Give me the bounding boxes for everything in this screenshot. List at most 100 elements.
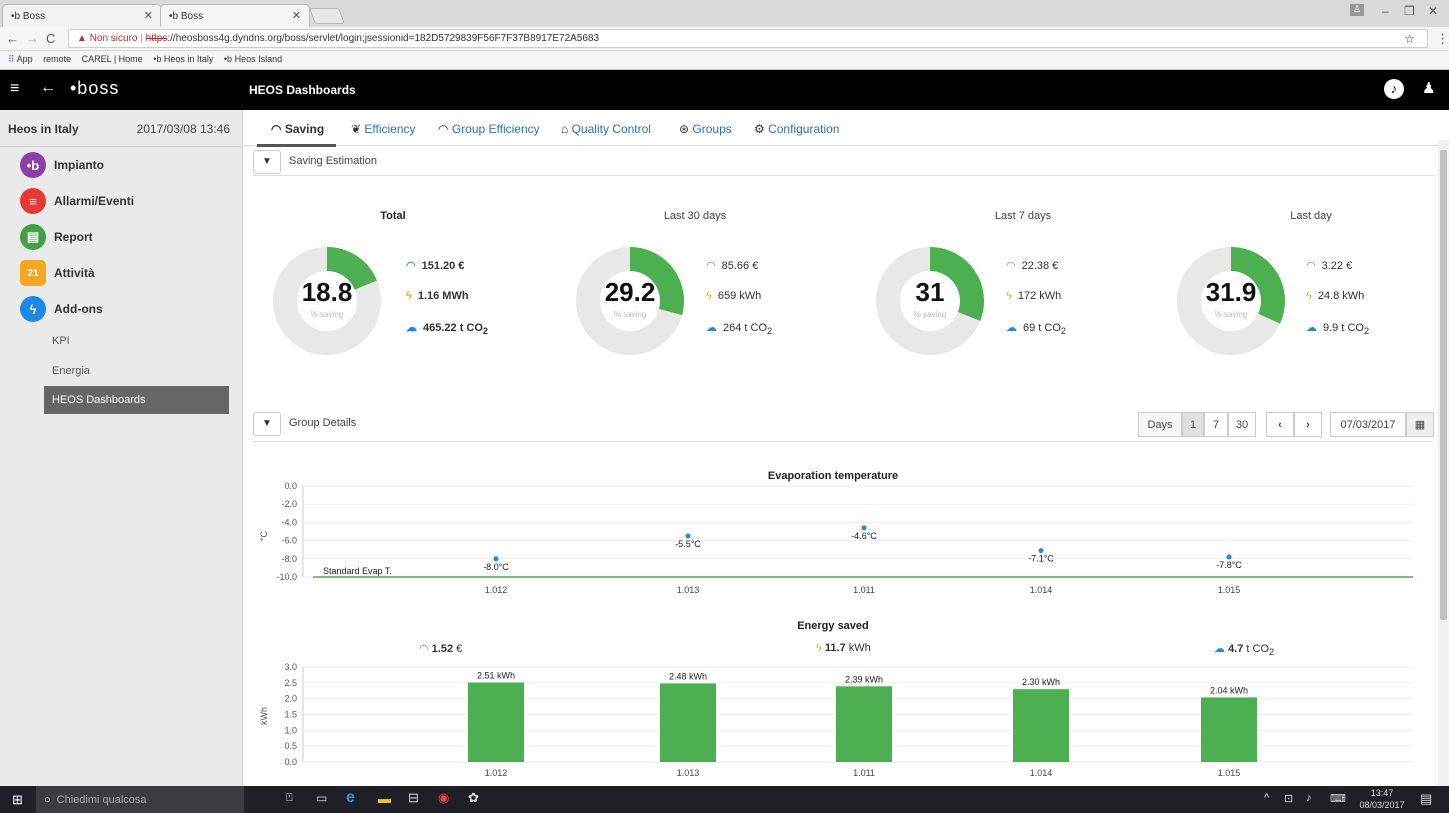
day-option-7[interactable]: 7	[1204, 412, 1228, 437]
bookmarks-bar: ⠿ App remote CAREL | Home •b Heos in Ital…	[0, 51, 1449, 70]
tray-chevron-icon[interactable]: ^	[1264, 792, 1269, 804]
scrollbar-thumb[interactable]	[1440, 150, 1447, 620]
sidebar-subitem-energia[interactable]: Energia	[52, 365, 90, 377]
days-label: Days	[1138, 412, 1182, 437]
menu-dots-icon[interactable]: ⋮	[1436, 31, 1449, 47]
kpi-money: ◠ 3.22 €	[1306, 260, 1353, 272]
scrollbar[interactable]	[1438, 140, 1449, 786]
y-tick-label: 2.5	[284, 678, 297, 688]
clock-date[interactable]: 08/03/2017	[1354, 800, 1410, 810]
data-point	[685, 533, 691, 539]
browser-tab-active[interactable]: •b Boss ✕	[160, 4, 310, 27]
tab-quality-control[interactable]: ⌂ Quality Control	[561, 122, 651, 136]
minimize-icon[interactable]: –	[1382, 4, 1389, 18]
lightning-icon: ϟ	[406, 290, 412, 302]
data-label: 2.48 kWh	[669, 671, 707, 681]
hamburger-menu-icon[interactable]: ≡	[10, 80, 19, 98]
taskbar-search-input[interactable]: ○ Chiedimi qualcosa	[36, 786, 244, 813]
windows-start-icon[interactable]: ⊞	[12, 792, 23, 808]
kpi-co2: ☁ 465.22 t CO2	[406, 322, 489, 337]
date-input[interactable]: 07/03/2017	[1330, 412, 1406, 437]
bookmark[interactable]: remote	[43, 54, 71, 64]
kpi-title: Last 30 days	[663, 210, 727, 222]
network-icon[interactable]: ⊡	[1284, 792, 1293, 805]
clock-time[interactable]: 13:47	[1362, 788, 1402, 798]
task-view-icon[interactable]: ▭	[316, 791, 327, 805]
chevron-right-icon: ›	[1306, 418, 1310, 431]
lightning-icon: ϟ	[706, 290, 712, 302]
data-point	[1226, 554, 1232, 560]
y-tick-label: 3.0	[284, 662, 297, 672]
browser-tab[interactable]: •b Boss ✕	[2, 4, 162, 27]
collapse-toggle-button[interactable]: ▼	[253, 412, 281, 436]
y-tick-label: 1.0	[284, 725, 297, 735]
sidebar-item-impianto[interactable]: •b Impianto	[20, 152, 104, 178]
next-button[interactable]: ›	[1294, 412, 1322, 437]
report-icon: ▤	[20, 224, 46, 250]
store-icon[interactable]: ⊟	[408, 790, 419, 806]
folder-icon[interactable]: ▬	[378, 791, 391, 806]
alarm-bell-icon[interactable]: ♪	[1384, 79, 1404, 99]
cortana-icon: ○	[44, 793, 51, 806]
keyboard-icon[interactable]: ⌨	[1330, 792, 1346, 805]
donut-sublabel: % saving	[1214, 310, 1248, 319]
tab-efficiency[interactable]: ❦ Efficiency	[351, 122, 416, 136]
user-icon[interactable]: ♙	[1350, 4, 1364, 16]
cloud-icon: ☁	[1306, 322, 1317, 334]
tab-saving[interactable]: ◠ Saving	[256, 122, 337, 147]
forward-arrow-icon[interactable]: →	[26, 31, 39, 46]
close-icon[interactable]: ✕	[292, 9, 301, 22]
kpi-energy: ϟ 24.8 kWh	[1306, 290, 1365, 302]
sidebar-item-addons[interactable]: ϟ Add-ons	[20, 296, 103, 322]
edge-icon[interactable]: e	[346, 789, 355, 807]
close-icon[interactable]: ✕	[144, 9, 153, 22]
bookmark[interactable]: •b Heos in Italy	[153, 54, 213, 64]
tab-configuration[interactable]: ⚙ Configuration	[754, 122, 839, 136]
volume-icon[interactable]: ♪	[1306, 792, 1312, 804]
reload-icon[interactable]: C	[46, 31, 55, 46]
tab-groups[interactable]: ⊛ Groups	[679, 122, 732, 136]
day-option-1[interactable]: 1	[1182, 412, 1204, 437]
data-label: 2.30 kWh	[1022, 677, 1060, 687]
bookmark[interactable]: App	[17, 54, 33, 64]
saving-donut: 18.8 % saving	[273, 247, 381, 355]
kpi-energy: ϟ 659 kWh	[706, 290, 762, 302]
user-icon[interactable]: ♟	[1422, 79, 1435, 97]
sidebar-subitem-kpi[interactable]: KPI	[52, 335, 70, 347]
star-icon[interactable]: ☆	[1404, 32, 1415, 46]
bookmark[interactable]: •b Heos Island	[224, 54, 282, 64]
sidebar-item-report[interactable]: ▤ Report	[20, 224, 93, 250]
alarm-list-icon: ≡	[20, 188, 46, 214]
page-title: HEOS Dashboards	[249, 83, 356, 97]
back-arrow-icon[interactable]: ←	[40, 79, 56, 97]
tab-group-efficiency[interactable]: ◠ Group Efficiency	[438, 122, 540, 136]
caret-down-icon: ▼	[262, 156, 272, 167]
data-label: 2.39 kWh	[845, 674, 883, 684]
bookmark[interactable]: CAREL | Home	[82, 54, 143, 64]
back-arrow-icon[interactable]: ←	[6, 31, 19, 46]
restore-icon[interactable]: ❐	[1404, 4, 1415, 18]
collapse-toggle-button[interactable]: ▼	[253, 150, 281, 174]
kpi-money: ◠ 22.38 €	[1006, 260, 1059, 272]
sidebar-subitem-heos-dashboards[interactable]: HEOS Dashboards	[44, 386, 229, 414]
microphone-icon[interactable]: ⍞	[286, 792, 293, 805]
prev-button[interactable]: ‹	[1266, 412, 1294, 437]
new-tab-button[interactable]	[309, 8, 345, 24]
sidebar-item-attivita[interactable]: 21 Attività	[20, 260, 95, 286]
chrome-icon[interactable]: ◉	[438, 790, 449, 806]
sidebar: Heos in Italy 2017/03/08 13:46 •b Impiant…	[0, 110, 243, 786]
gauge-icon: ◠	[1006, 260, 1016, 272]
day-option-30[interactable]: 30	[1228, 412, 1256, 437]
bar	[468, 682, 524, 762]
url-input[interactable]: ▲ Non sicuro | https://heosboss4g.dyndns…	[68, 29, 1428, 48]
app-icon[interactable]: ✿	[468, 790, 479, 806]
close-window-icon[interactable]: ✕	[1428, 4, 1438, 18]
donut-value: 31.9	[1205, 277, 1257, 307]
notification-icon[interactable]: ▤	[1420, 791, 1432, 807]
calendar-button[interactable]: ▦	[1406, 412, 1434, 437]
data-label: -7.8°C	[1216, 560, 1242, 570]
app-header: ≡ ← •boss HEOS Dashboards ♪ ♟	[0, 70, 1449, 110]
sidebar-item-allarmi[interactable]: ≡ Allarmi/Eventi	[20, 188, 134, 214]
y-tick-label: 2.0	[284, 694, 297, 704]
y-tick-label: -2.0	[281, 499, 297, 509]
